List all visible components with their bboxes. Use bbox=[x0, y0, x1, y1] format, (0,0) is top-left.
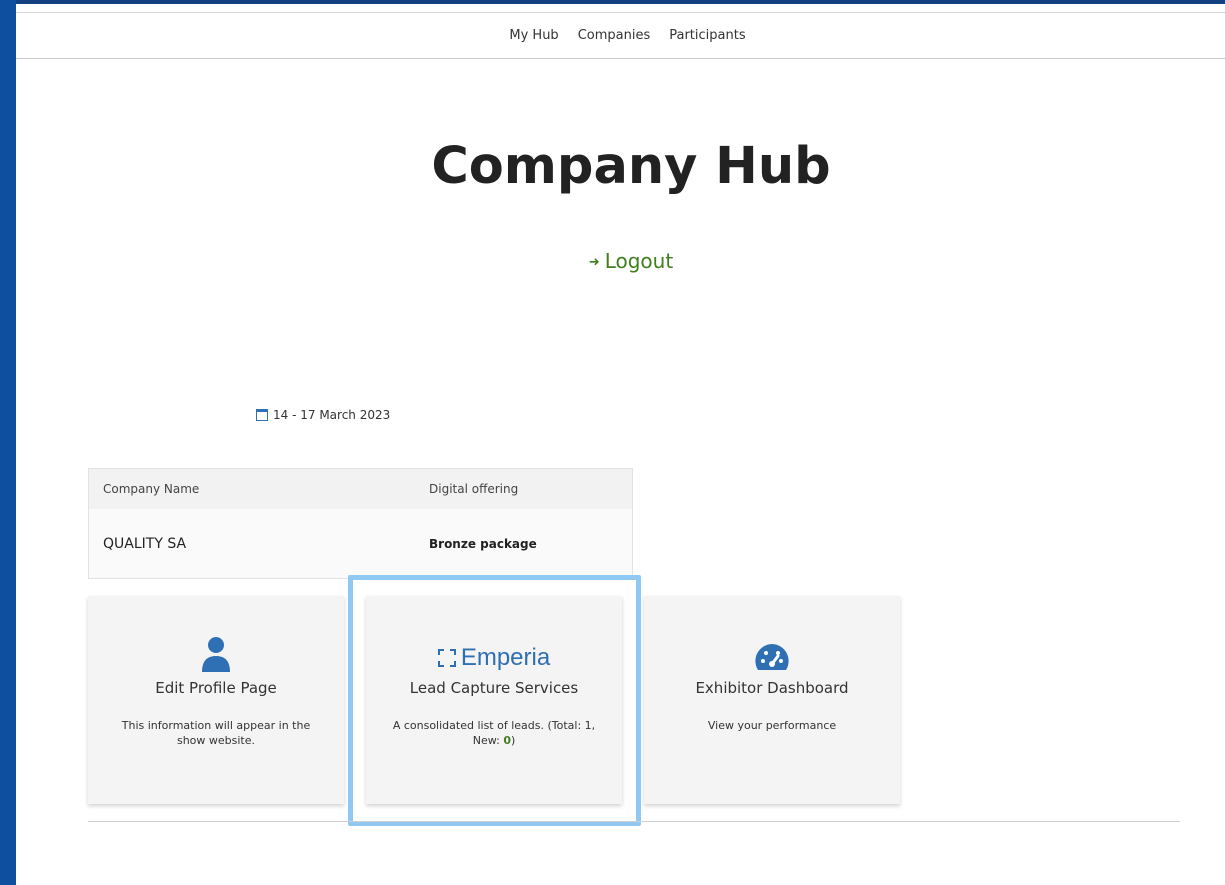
edit-profile-card[interactable]: Edit Profile Page This information will … bbox=[88, 596, 344, 804]
window-left-border bbox=[0, 0, 16, 885]
card-description: This information will appear in the show… bbox=[121, 719, 311, 747]
highlight-box bbox=[348, 575, 641, 826]
top-navigation: My Hub Companies Participants bbox=[16, 12, 1225, 59]
header-digital-offering: Digital offering bbox=[429, 482, 519, 496]
digital-offering-value: Bronze package bbox=[429, 537, 537, 551]
company-name-value: QUALITY SA bbox=[103, 536, 187, 552]
card-description: View your performance bbox=[707, 719, 837, 732]
exhibitor-dashboard-card[interactable]: Exhibitor Dashboard View your performanc… bbox=[644, 596, 900, 804]
header-company-name: Company Name bbox=[103, 482, 200, 496]
event-date: 14 - 17 March 2023 bbox=[256, 408, 390, 422]
calendar-icon bbox=[256, 409, 268, 421]
divider bbox=[88, 821, 1180, 822]
logout-icon: ➜ bbox=[588, 255, 600, 270]
card-title: Exhibitor Dashboard bbox=[695, 679, 849, 697]
page-title: Company Hub bbox=[431, 137, 831, 196]
table-row: QUALITY SA Bronze package bbox=[89, 509, 632, 579]
card-title: Edit Profile Page bbox=[155, 679, 277, 697]
nav-participants[interactable]: Participants bbox=[669, 28, 745, 43]
logout-label: Logout bbox=[604, 249, 674, 273]
nav-my-hub[interactable]: My Hub bbox=[509, 28, 558, 43]
person-icon bbox=[202, 637, 230, 672]
nav-companies[interactable]: Companies bbox=[578, 28, 651, 43]
page: My Hub Companies Participants Company Hu… bbox=[16, 4, 1225, 885]
dashboard-gauge-icon bbox=[755, 644, 789, 670]
table-header: Company Name Digital offering bbox=[89, 469, 632, 509]
logout-link[interactable]: ➜ Logout bbox=[16, 249, 1225, 273]
company-info-table: Company Name Digital offering QUALITY SA… bbox=[88, 468, 633, 579]
event-date-text: 14 - 17 March 2023 bbox=[273, 408, 391, 422]
